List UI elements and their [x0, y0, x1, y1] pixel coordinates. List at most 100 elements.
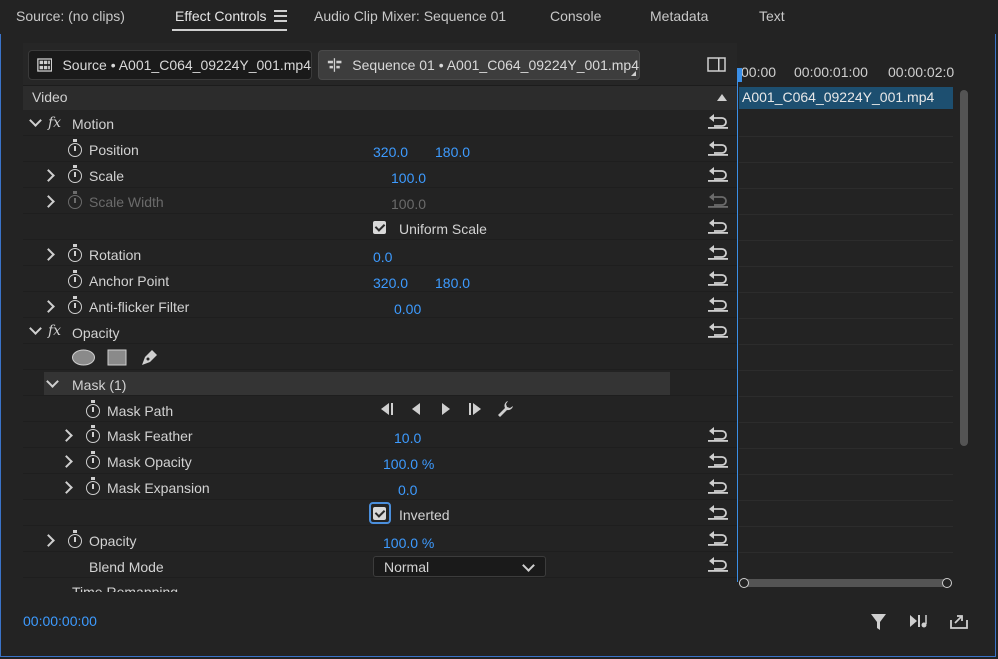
tab-audio-clip-mixer[interactable]: Audio Clip Mixer: Sequence 01 — [314, 8, 506, 24]
tab-effect-controls[interactable]: Effect Controls — [175, 8, 267, 24]
blend-mode-value: Normal — [384, 559, 430, 575]
anti-flicker-label: Anti-flicker Filter — [89, 299, 190, 315]
reset-parameter-icon[interactable] — [708, 426, 728, 442]
stopwatch-icon[interactable] — [86, 400, 100, 418]
zoom-handle-left[interactable] — [739, 578, 749, 588]
mask-feather-label: Mask Feather — [107, 428, 193, 444]
anti-flicker-value[interactable]: 0.00 — [394, 301, 421, 317]
play-audio-only-icon[interactable] — [909, 613, 931, 629]
opacity-label: Opacity — [89, 533, 137, 549]
reset-parameter-icon[interactable] — [708, 530, 728, 546]
stopwatch-icon[interactable] — [68, 296, 82, 314]
blend-mode-select[interactable]: Normal — [373, 556, 546, 577]
reset-parameter-icon[interactable] — [708, 140, 728, 156]
stopwatch-icon[interactable] — [86, 451, 100, 469]
scale-width-value: 100.0 — [391, 196, 427, 212]
row-opacity-header — [23, 318, 737, 344]
anchor-y-value[interactable]: 180.0 — [435, 275, 470, 291]
row-scale — [23, 162, 737, 188]
fx-icon[interactable]: fx — [48, 323, 61, 339]
timeline-clip-label: A001_C064_09224Y_001.mp4 — [742, 89, 935, 105]
timeline-row-divider — [739, 240, 953, 241]
stopwatch-icon[interactable] — [86, 477, 100, 495]
timeline-row-divider — [739, 162, 953, 163]
reset-parameter-icon[interactable] — [708, 166, 728, 182]
anchor-x-value[interactable]: 320.0 — [373, 275, 408, 291]
mask-expansion-value[interactable]: 0.0 — [398, 482, 417, 498]
timeline-clip[interactable]: A001_C064_09224Y_001.mp4 — [739, 87, 953, 109]
timeline-row-divider — [739, 474, 953, 475]
inverted-checkbox[interactable] — [373, 507, 386, 520]
zoom-handle-right[interactable] — [942, 578, 952, 588]
video-section-header[interactable]: Video — [23, 86, 737, 110]
playhead-line[interactable] — [737, 70, 738, 582]
position-x-value[interactable]: 320.0 — [373, 144, 408, 160]
stopwatch-icon[interactable] — [86, 425, 100, 443]
mask-header-bar[interactable] — [44, 372, 670, 395]
reset-parameter-icon[interactable] — [708, 322, 728, 338]
blend-mode-label: Blend Mode — [89, 559, 164, 575]
track-back-one-frame-icon[interactable] — [409, 402, 423, 416]
collapse-up-icon[interactable] — [717, 94, 727, 101]
rectangle-mask-icon[interactable] — [107, 349, 127, 366]
uniform-scale-checkbox[interactable] — [373, 221, 386, 234]
export-icon[interactable] — [950, 612, 968, 629]
reset-parameter-icon[interactable] — [708, 218, 728, 234]
pen-mask-icon[interactable] — [140, 347, 160, 367]
timeline-row-divider — [739, 552, 953, 553]
wrench-icon[interactable] — [497, 400, 514, 417]
vertical-scrollbar[interactable] — [960, 90, 968, 446]
opacity-header-label: Opacity — [72, 325, 120, 341]
tab-metadata[interactable]: Metadata — [650, 8, 708, 24]
sequence-icon — [327, 58, 342, 72]
mask-feather-value[interactable]: 10.0 — [394, 430, 421, 446]
tab-source[interactable]: Source: (no clips) — [16, 8, 125, 24]
opacity-value[interactable]: 100.0 % — [383, 535, 434, 551]
ellipse-mask-icon[interactable] — [71, 349, 96, 366]
stopwatch-icon[interactable] — [68, 244, 82, 262]
scale-value[interactable]: 100.0 — [391, 170, 426, 186]
timeline-row-divider — [739, 214, 953, 215]
timeline-row-divider — [739, 188, 953, 189]
time-remapping-row: Time Remapping — [23, 578, 737, 592]
row-motion — [23, 110, 737, 136]
sequence-clip-label: Sequence 01 • A001_C064_09224Y_001.mp4 — [352, 57, 639, 73]
reset-parameter-icon[interactable] — [708, 192, 728, 208]
reset-parameter-icon[interactable] — [708, 296, 728, 312]
timeline-row-divider — [739, 344, 953, 345]
track-forward-icon[interactable] — [467, 402, 483, 416]
panel-menu-icon[interactable] — [274, 10, 287, 25]
mask-opacity-value[interactable]: 100.0 % — [383, 456, 434, 472]
mask-path-label: Mask Path — [107, 403, 174, 419]
timeline-row-divider — [739, 318, 953, 319]
source-clip-tab[interactable]: Source • A001_C064_09224Y_001.mp4 — [28, 50, 312, 80]
reset-parameter-icon[interactable] — [708, 270, 728, 286]
reset-parameter-icon[interactable] — [708, 504, 728, 520]
reset-parameter-icon[interactable] — [708, 478, 728, 494]
track-backward-icon[interactable] — [379, 402, 395, 416]
rotation-value[interactable]: 0.0 — [373, 249, 392, 265]
toggle-timeline-icon[interactable] — [707, 57, 726, 72]
tab-text[interactable]: Text — [759, 8, 785, 24]
stopwatch-icon — [68, 191, 82, 209]
stopwatch-icon[interactable] — [68, 165, 82, 183]
stopwatch-icon[interactable] — [68, 530, 82, 548]
filter-icon[interactable] — [870, 613, 887, 631]
panel-tab-bar: Source: (no clips) Effect Controls Audio… — [0, 0, 998, 34]
track-forward-one-frame-icon[interactable] — [439, 402, 453, 416]
position-y-value[interactable]: 180.0 — [435, 144, 470, 160]
tab-console[interactable]: Console — [550, 8, 601, 24]
reset-parameter-icon[interactable] — [708, 452, 728, 468]
stopwatch-icon[interactable] — [68, 139, 82, 157]
reset-parameter-icon[interactable] — [708, 556, 728, 572]
time-remapping-label: Time Remapping — [72, 584, 179, 592]
horizontal-zoom-scrollbar[interactable] — [742, 579, 948, 587]
reset-parameter-icon[interactable] — [708, 244, 728, 260]
sequence-clip-tab[interactable]: Sequence 01 • A001_C064_09224Y_001.mp4 — [318, 50, 640, 80]
current-timecode[interactable]: 00:00:00:00 — [23, 613, 97, 629]
timeline-row-divider — [739, 422, 953, 423]
stopwatch-icon[interactable] — [68, 270, 82, 288]
fx-icon[interactable]: fx — [48, 115, 61, 131]
ruler-tick-1: 00:00:01:00 — [794, 64, 868, 80]
reset-parameter-icon[interactable] — [708, 113, 728, 129]
